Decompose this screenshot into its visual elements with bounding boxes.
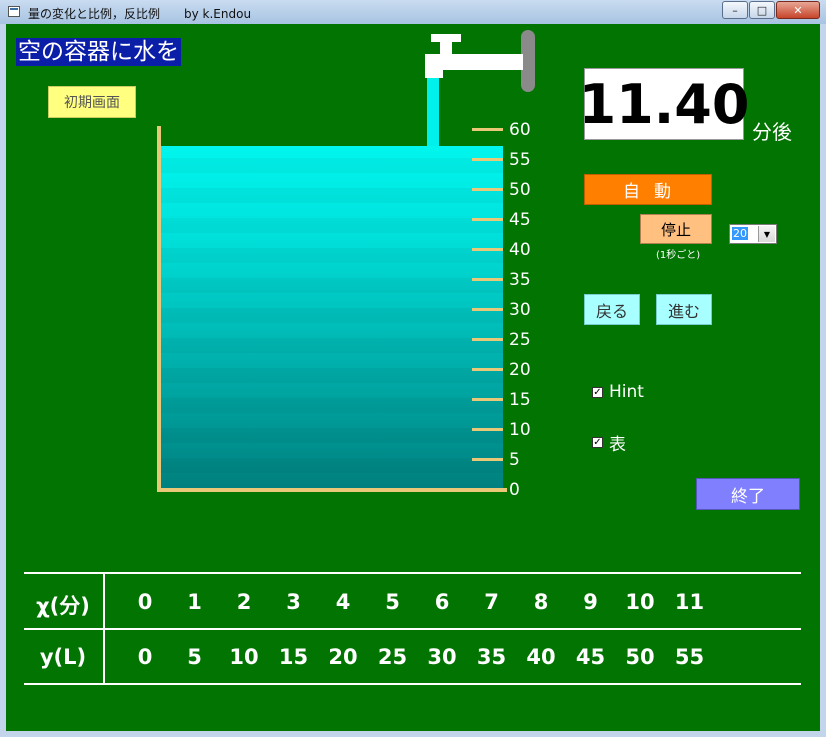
x-value-cell: 0 <box>137 590 153 614</box>
scale-tick <box>472 458 503 461</box>
app-icon <box>8 6 20 17</box>
table-border-middle <box>24 628 801 630</box>
scale-label: 35 <box>509 270 531 290</box>
speed-select[interactable]: 20 ▼ <box>729 224 777 244</box>
stop-button[interactable]: 停止 <box>640 214 712 244</box>
stop-interval-note: (1秒ごと) <box>656 250 701 261</box>
scale-label: 30 <box>509 300 531 320</box>
x-value-cell: 11 <box>674 590 705 614</box>
elapsed-time-display: 11.40 <box>579 68 749 140</box>
scale-label: 25 <box>509 330 531 350</box>
scale-label: 5 <box>509 450 520 470</box>
window-title: 量の変化と比例，反比例 by k.Endou <box>28 7 252 21</box>
y-value-cell: 50 <box>625 645 655 669</box>
y-value-cell: 0 <box>137 645 153 669</box>
window-frame-right <box>820 24 826 737</box>
table-divider <box>103 574 105 685</box>
x-row-header: χ(分) <box>36 594 90 618</box>
scale-label: 45 <box>509 210 531 230</box>
hint-checkbox-label: Hint <box>609 382 644 402</box>
next-button[interactable]: 進む <box>656 294 712 325</box>
y-value-cell: 35 <box>476 645 507 669</box>
x-value-cell: 8 <box>533 590 549 614</box>
chevron-down-icon[interactable]: ▼ <box>758 226 775 242</box>
y-value-cell: 20 <box>328 645 358 669</box>
window-frame-bottom <box>0 731 826 737</box>
y-value-cell: 5 <box>187 645 202 669</box>
y-row-header: y(L) <box>39 645 87 669</box>
elapsed-time-unit: 分後 <box>752 120 792 144</box>
scale-tick <box>472 338 503 341</box>
scale-tick <box>472 248 503 251</box>
auto-button[interactable]: 自動 <box>584 174 712 205</box>
scale-tick <box>472 188 503 191</box>
scale-tick <box>472 128 503 131</box>
scale-label: 20 <box>509 360 531 380</box>
scale-label: 40 <box>509 240 531 260</box>
minimize-button[interactable]: – <box>722 1 748 19</box>
x-value-cell: 7 <box>484 590 499 614</box>
y-value-cell: 30 <box>427 645 457 669</box>
table-border-bottom <box>24 683 801 685</box>
end-button[interactable]: 終了 <box>696 478 800 510</box>
x-value-cell: 6 <box>434 590 450 614</box>
scale-label: 60 <box>509 120 531 140</box>
speed-value: 20 <box>732 227 748 240</box>
scale-label: 0 <box>509 480 520 500</box>
hint-checkbox[interactable]: ✓ Hint <box>592 382 644 402</box>
scale-tick <box>472 218 503 221</box>
table-border-top <box>24 572 801 574</box>
x-value-cell: 1 <box>187 590 202 614</box>
scale-label: 10 <box>509 420 531 440</box>
title-bar[interactable]: 量の変化と比例，反比例 by k.Endou – □ ✕ <box>0 0 826 25</box>
x-value-cell: 5 <box>385 590 400 614</box>
y-value-cell: 10 <box>229 645 259 669</box>
maximize-button[interactable]: □ <box>749 1 775 19</box>
x-value-cell: 10 <box>625 590 655 614</box>
x-value-cell: 2 <box>236 590 252 614</box>
table-checkbox-label: 表 <box>609 435 626 455</box>
back-button[interactable]: 戻る <box>584 294 640 325</box>
checkmark-icon[interactable]: ✓ <box>592 386 603 398</box>
y-value-cell: 55 <box>674 645 705 669</box>
scale-tick <box>472 308 503 311</box>
window-controls: – □ ✕ <box>721 1 820 19</box>
scale-tick <box>472 398 503 401</box>
app-window: 量の変化と比例，反比例 by k.Endou – □ ✕ 空の容器に水を 初期画… <box>0 0 826 737</box>
table-checkbox[interactable]: ✓ 表 <box>592 430 626 455</box>
scale-tick <box>472 428 503 431</box>
x-value-cell: 9 <box>583 590 598 614</box>
scale-tick <box>472 278 503 281</box>
checkmark-icon[interactable]: ✓ <box>592 437 603 448</box>
close-button[interactable]: ✕ <box>776 1 820 19</box>
scale-label: 50 <box>509 180 531 200</box>
scale-tick <box>472 158 503 161</box>
scale-label: 55 <box>509 150 531 170</box>
scale-tick <box>472 368 503 371</box>
x-value-cell: 4 <box>335 590 351 614</box>
y-value-cell: 40 <box>526 645 556 669</box>
y-value-cell: 45 <box>575 645 606 669</box>
y-value-cell: 25 <box>377 645 408 669</box>
y-value-cell: 15 <box>278 645 309 669</box>
x-value-cell: 3 <box>286 590 301 614</box>
client-area: 空の容器に水を 初期画面 60 55 50 45 40 35 30 25 20 15 10 5 0 11… <box>6 24 820 731</box>
scale-label: 15 <box>509 390 531 410</box>
